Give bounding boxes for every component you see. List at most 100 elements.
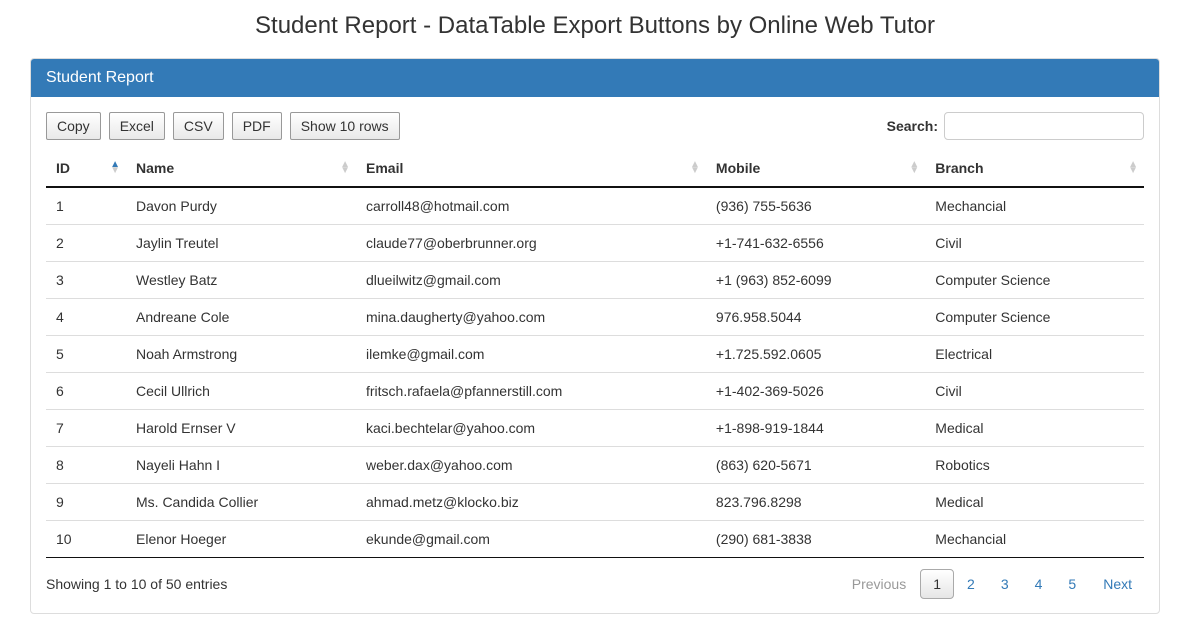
table-row: 10Elenor Hoegerekunde@gmail.com(290) 681… [46,521,1144,558]
search-input[interactable] [944,112,1144,140]
cell-id: 2 [46,225,126,262]
page-number-1[interactable]: 1 [920,569,954,599]
toolbar-row: Copy Excel CSV PDF Show 10 rows Search: [46,112,1144,140]
cell-branch: Robotics [925,447,1144,484]
pagination: Previous 12345 Next [840,570,1144,598]
sort-icon: ▲▼ [690,162,700,174]
table-row: 8Nayeli Hahn Iweber.dax@yahoo.com(863) 6… [46,447,1144,484]
column-header-id[interactable]: ID ▲▼ [46,150,126,187]
cell-branch: Medical [925,484,1144,521]
cell-branch: Medical [925,410,1144,447]
cell-branch: Mechancial [925,521,1144,558]
column-label: Email [366,160,403,176]
cell-mobile: +1-402-369-5026 [706,373,925,410]
cell-branch: Mechancial [925,187,1144,225]
cell-id: 9 [46,484,126,521]
export-buttons: Copy Excel CSV PDF Show 10 rows [46,112,400,140]
column-label: Mobile [716,160,760,176]
cell-mobile: +1-741-632-6556 [706,225,925,262]
page-number-2[interactable]: 2 [954,569,988,599]
table-row: 3Westley Batzdlueilwitz@gmail.com+1 (963… [46,262,1144,299]
cell-branch: Computer Science [925,299,1144,336]
sort-icon: ▲▼ [1128,162,1138,174]
table-header-row: ID ▲▼ Name ▲▼ Email ▲▼ Mobile ▲▼ [46,150,1144,187]
cell-email: mina.daugherty@yahoo.com [356,299,706,336]
cell-branch: Civil [925,373,1144,410]
cell-id: 4 [46,299,126,336]
excel-button[interactable]: Excel [109,112,165,140]
column-label: Branch [935,160,983,176]
page-number-4[interactable]: 4 [1022,569,1056,599]
cell-name: Harold Ernser V [126,410,356,447]
previous-button[interactable]: Previous [840,570,918,598]
cell-mobile: +1.725.592.0605 [706,336,925,373]
search-label: Search: [887,118,938,134]
next-button[interactable]: Next [1091,570,1144,598]
table-row: 9Ms. Candida Collierahmad.metz@klocko.bi… [46,484,1144,521]
panel-body: Copy Excel CSV PDF Show 10 rows Search: … [31,97,1159,613]
cell-id: 10 [46,521,126,558]
cell-email: ahmad.metz@klocko.biz [356,484,706,521]
sort-icon: ▲▼ [909,162,919,174]
copy-button[interactable]: Copy [46,112,101,140]
column-header-branch[interactable]: Branch ▲▼ [925,150,1144,187]
column-header-email[interactable]: Email ▲▼ [356,150,706,187]
cell-email: fritsch.rafaela@pfannerstill.com [356,373,706,410]
cell-name: Cecil Ullrich [126,373,356,410]
table-row: 7Harold Ernser Vkaci.bechtelar@yahoo.com… [46,410,1144,447]
table-row: 2Jaylin Treutelclaude77@oberbrunner.org+… [46,225,1144,262]
cell-mobile: (863) 620-5671 [706,447,925,484]
entries-info: Showing 1 to 10 of 50 entries [46,576,227,592]
sort-icon: ▲▼ [340,162,350,174]
cell-email: ekunde@gmail.com [356,521,706,558]
table-body: 1Davon Purdycarroll48@hotmail.com(936) 7… [46,187,1144,558]
cell-id: 7 [46,410,126,447]
cell-mobile: 976.958.5044 [706,299,925,336]
cell-name: Ms. Candida Collier [126,484,356,521]
column-label: ID [56,160,70,176]
table-row: 6Cecil Ullrichfritsch.rafaela@pfannersti… [46,373,1144,410]
cell-id: 8 [46,447,126,484]
cell-branch: Computer Science [925,262,1144,299]
column-header-name[interactable]: Name ▲▼ [126,150,356,187]
cell-mobile: +1 (963) 852-6099 [706,262,925,299]
csv-button[interactable]: CSV [173,112,224,140]
column-label: Name [136,160,174,176]
cell-name: Elenor Hoeger [126,521,356,558]
cell-branch: Civil [925,225,1144,262]
column-header-mobile[interactable]: Mobile ▲▼ [706,150,925,187]
table-row: 5Noah Armstrongilemke@gmail.com+1.725.59… [46,336,1144,373]
cell-branch: Electrical [925,336,1144,373]
sort-icon: ▲▼ [110,162,120,174]
cell-id: 1 [46,187,126,225]
show-rows-button[interactable]: Show 10 rows [290,112,400,140]
cell-id: 5 [46,336,126,373]
panel-header: Student Report [31,59,1159,97]
cell-mobile: (290) 681-3838 [706,521,925,558]
page-number-3[interactable]: 3 [988,569,1022,599]
footer-row: Showing 1 to 10 of 50 entries Previous 1… [46,570,1144,598]
cell-id: 6 [46,373,126,410]
cell-name: Davon Purdy [126,187,356,225]
pdf-button[interactable]: PDF [232,112,282,140]
panel: Student Report Copy Excel CSV PDF Show 1… [30,58,1160,614]
table-row: 1Davon Purdycarroll48@hotmail.com(936) 7… [46,187,1144,225]
cell-name: Jaylin Treutel [126,225,356,262]
cell-name: Westley Batz [126,262,356,299]
cell-email: kaci.bechtelar@yahoo.com [356,410,706,447]
cell-name: Noah Armstrong [126,336,356,373]
search-wrap: Search: [887,112,1144,140]
cell-mobile: +1-898-919-1844 [706,410,925,447]
cell-email: claude77@oberbrunner.org [356,225,706,262]
cell-mobile: 823.796.8298 [706,484,925,521]
cell-name: Nayeli Hahn I [126,447,356,484]
cell-mobile: (936) 755-5636 [706,187,925,225]
cell-email: carroll48@hotmail.com [356,187,706,225]
cell-email: weber.dax@yahoo.com [356,447,706,484]
page-number-5[interactable]: 5 [1055,569,1089,599]
cell-name: Andreane Cole [126,299,356,336]
cell-email: ilemke@gmail.com [356,336,706,373]
cell-email: dlueilwitz@gmail.com [356,262,706,299]
student-table: ID ▲▼ Name ▲▼ Email ▲▼ Mobile ▲▼ [46,150,1144,558]
page-title: Student Report - DataTable Export Button… [0,12,1190,40]
